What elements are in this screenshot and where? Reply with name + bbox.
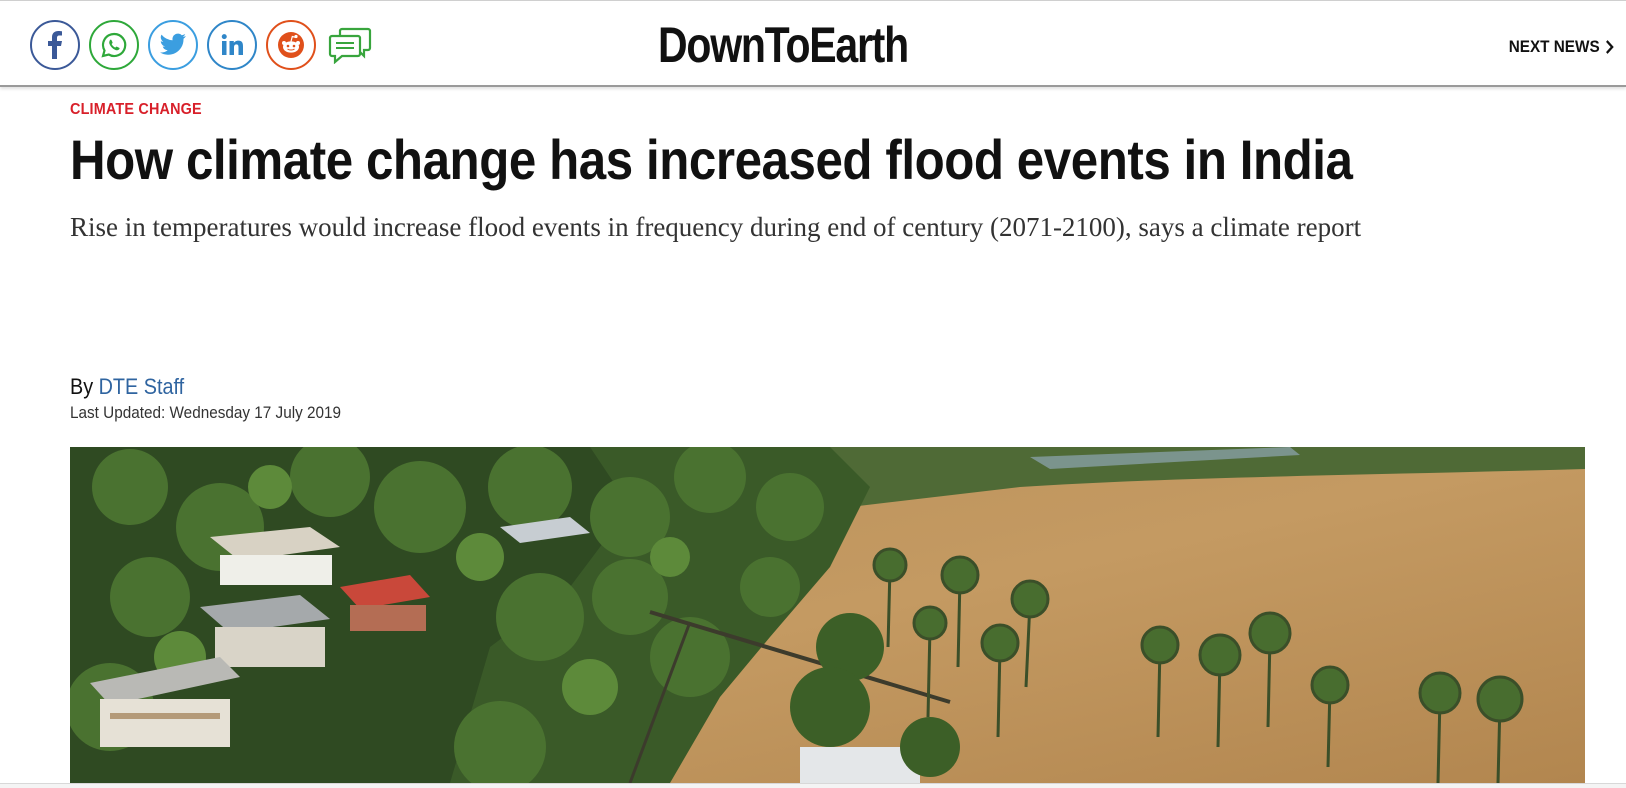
- byline: By DTE Staff: [70, 374, 184, 400]
- twitter-icon: [160, 33, 186, 55]
- chevron-right-icon: [1606, 40, 1614, 54]
- comment-icon: [328, 27, 372, 64]
- article-title: How climate change has increased flood e…: [70, 128, 1353, 191]
- article-category[interactable]: CLIMATE CHANGE: [70, 101, 202, 119]
- bottom-border: [0, 783, 1626, 788]
- reddit-share-button[interactable]: [266, 20, 316, 70]
- whatsapp-icon: [101, 32, 127, 58]
- author-link[interactable]: DTE Staff: [99, 374, 184, 399]
- site-header: DownToEarth NEXT NEWS: [0, 3, 1626, 87]
- last-updated-date: Last Updated: Wednesday 17 July 2019: [70, 403, 342, 422]
- share-bar: [30, 20, 373, 70]
- reddit-icon: [278, 32, 304, 58]
- hero-image-flood: [70, 447, 1585, 783]
- facebook-share-button[interactable]: [30, 20, 80, 70]
- byline-prefix: By: [70, 374, 94, 399]
- whatsapp-share-button[interactable]: [89, 20, 139, 70]
- next-news-label: NEXT NEWS: [1508, 37, 1600, 56]
- twitter-share-button[interactable]: [148, 20, 198, 70]
- facebook-icon: [48, 31, 62, 59]
- article-subtitle: Rise in temperatures would increase floo…: [70, 212, 1362, 242]
- site-logo[interactable]: DownToEarth: [658, 13, 920, 77]
- next-news-link[interactable]: NEXT NEWS: [1509, 35, 1614, 59]
- comments-button[interactable]: [327, 20, 373, 70]
- linkedin-share-button[interactable]: [207, 20, 257, 70]
- linkedin-icon: [221, 34, 243, 55]
